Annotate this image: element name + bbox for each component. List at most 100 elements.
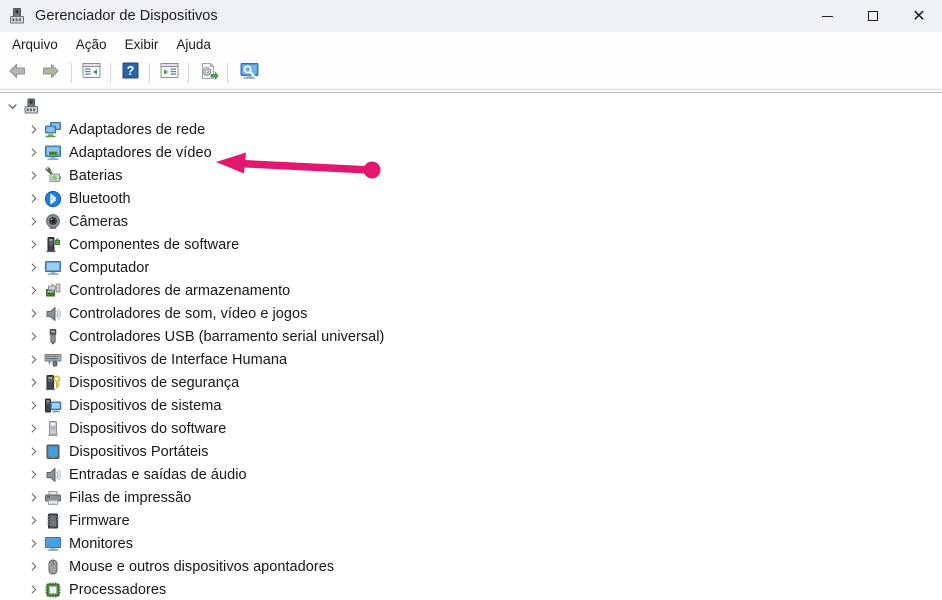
- tree-item-label: Controladores de armazenamento: [69, 282, 291, 299]
- tree-item-label: Controladores USB (barramento serial uni…: [69, 328, 385, 345]
- usb-icon: [44, 328, 62, 346]
- chevron-right-icon[interactable]: [24, 257, 44, 279]
- maximize-button[interactable]: [850, 0, 896, 32]
- software-components-icon: [44, 236, 62, 254]
- tree-item-label: Dispositivos de sistema: [69, 397, 222, 414]
- keyboard-hid-icon: [44, 351, 62, 369]
- display-adapters-icon: [44, 144, 62, 162]
- back-button[interactable]: [2, 60, 34, 86]
- tree-item-label: Mouse e outros dispositivos apontadores: [69, 558, 335, 575]
- chevron-right-icon[interactable]: [24, 510, 44, 532]
- help-button[interactable]: ?: [116, 60, 144, 86]
- chevron-right-icon[interactable]: [24, 211, 44, 233]
- menu-ajuda[interactable]: Ajuda: [167, 34, 220, 56]
- audio-io-icon: [44, 466, 62, 484]
- display-monitor-icon: [44, 535, 62, 553]
- tree-item-bluetooth[interactable]: Bluetooth: [0, 187, 942, 210]
- tree-item-label: Componentes de software: [69, 236, 240, 253]
- tree-item-controladores-de-armazenamento[interactable]: Controladores de armazenamento: [0, 279, 942, 302]
- chevron-right-icon[interactable]: [24, 556, 44, 578]
- tree-item-label: Dispositivos Portáteis: [69, 443, 209, 460]
- tree-item-dispositivos-de-interface-humana[interactable]: Dispositivos de Interface Humana: [0, 348, 942, 371]
- tree-root-node[interactable]: [0, 95, 942, 118]
- storage-controllers-icon: [44, 282, 62, 300]
- tree-item-filas-de-impressao[interactable]: Filas de impressão: [0, 486, 942, 509]
- tree-item-label: Baterias: [69, 167, 123, 184]
- chevron-right-icon[interactable]: [24, 579, 44, 600]
- tree-item-cameras[interactable]: Câmeras: [0, 210, 942, 233]
- tree-item-label: Bluetooth: [69, 190, 131, 207]
- scan-hardware-changes-button[interactable]: [194, 60, 222, 86]
- tree-item-controladores-de-som-video-e-jogos[interactable]: Controladores de som, vídeo e jogos: [0, 302, 942, 325]
- network-adapters-icon: [44, 121, 62, 139]
- chevron-right-icon[interactable]: [24, 395, 44, 417]
- chevron-right-icon[interactable]: [24, 349, 44, 371]
- window-title: Gerenciador de Dispositivos: [35, 8, 218, 24]
- toolbar-separator-1: [71, 63, 72, 83]
- chevron-right-icon[interactable]: [24, 142, 44, 164]
- tree-item-label: Controladores de som, vídeo e jogos: [69, 305, 308, 322]
- tree-item-dispositivos-portateis[interactable]: Dispositivos Portáteis: [0, 440, 942, 463]
- chevron-right-icon[interactable]: [24, 326, 44, 348]
- speaker-icon: [44, 305, 62, 323]
- tree-item-dispositivos-de-seguranca[interactable]: Dispositivos de segurança: [0, 371, 942, 394]
- action-pane-icon: [160, 62, 179, 84]
- chevron-down-icon[interactable]: [2, 96, 22, 118]
- mouse-icon: [44, 558, 62, 576]
- tree-item-label: Dispositivos de Interface Humana: [69, 351, 288, 368]
- menu-acao[interactable]: Ação: [67, 34, 116, 56]
- tree-item-monitores[interactable]: Monitores: [0, 532, 942, 555]
- tree-item-entradas-e-saidas-de-audio[interactable]: Entradas e saídas de áudio: [0, 463, 942, 486]
- properties-button[interactable]: [233, 60, 265, 86]
- chevron-right-icon[interactable]: [24, 234, 44, 256]
- forward-button[interactable]: [34, 60, 66, 86]
- chevron-right-icon[interactable]: [24, 280, 44, 302]
- tree-item-label: Entradas e saídas de áudio: [69, 466, 247, 483]
- chevron-right-icon[interactable]: [24, 372, 44, 394]
- window-controls: ✕: [804, 0, 942, 32]
- maximize-icon: [868, 11, 878, 21]
- device-manager-window: Gerenciador de Dispositivos ✕ Arquivo Aç…: [0, 0, 942, 600]
- tree-item-dispositivos-de-sistema[interactable]: Dispositivos de sistema: [0, 394, 942, 417]
- tree-item-dispositivos-do-software[interactable]: Dispositivos do software: [0, 417, 942, 440]
- chevron-right-icon[interactable]: [24, 119, 44, 141]
- tree-item-baterias[interactable]: Baterias: [0, 164, 942, 187]
- device-tree[interactable]: Adaptadores de rede Adaptadores de vídeo…: [0, 93, 942, 600]
- tree-item-label: Firmware: [69, 512, 130, 529]
- chevron-right-icon[interactable]: [24, 441, 44, 463]
- tree-item-firmware[interactable]: Firmware: [0, 509, 942, 532]
- tree-item-mouse-e-outros-dispositivos-apontadores[interactable]: Mouse e outros dispositivos apontadores: [0, 555, 942, 578]
- bluetooth-icon: [44, 190, 62, 208]
- tree-item-adaptadores-de-video[interactable]: Adaptadores de vídeo: [0, 141, 942, 164]
- chevron-right-icon[interactable]: [24, 188, 44, 210]
- tree-item-adaptadores-de-rede[interactable]: Adaptadores de rede: [0, 118, 942, 141]
- scan-hardware-icon: [199, 62, 218, 85]
- arrow-right-icon: [40, 62, 60, 85]
- chevron-right-icon[interactable]: [24, 165, 44, 187]
- tree-item-processadores[interactable]: Processadores: [0, 578, 942, 600]
- chevron-right-icon[interactable]: [24, 487, 44, 509]
- close-button[interactable]: ✕: [896, 0, 942, 32]
- tree-item-computador[interactable]: Computador: [0, 256, 942, 279]
- chevron-right-icon[interactable]: [24, 303, 44, 325]
- svg-text:?: ?: [126, 64, 134, 78]
- software-device-icon: [44, 420, 62, 438]
- tree-item-controladores-usb[interactable]: Controladores USB (barramento serial uni…: [0, 325, 942, 348]
- tree-item-label: Monitores: [69, 535, 134, 552]
- tree-item-componentes-de-software[interactable]: Componentes de software: [0, 233, 942, 256]
- system-devices-icon: [44, 397, 62, 415]
- chevron-right-icon[interactable]: [24, 418, 44, 440]
- chevron-right-icon[interactable]: [24, 464, 44, 486]
- processor-icon: [44, 581, 62, 599]
- menu-exibir[interactable]: Exibir: [116, 34, 168, 56]
- show-hide-console-tree-button[interactable]: [77, 60, 105, 86]
- minimize-button[interactable]: [804, 0, 850, 32]
- tree-item-label: Dispositivos de segurança: [69, 374, 240, 391]
- chevron-right-icon[interactable]: [24, 533, 44, 555]
- menu-arquivo[interactable]: Arquivo: [3, 34, 67, 56]
- battery-plug-icon: [44, 166, 62, 185]
- show-hide-action-pane-button[interactable]: [155, 60, 183, 86]
- toolbar-separator-2: [110, 63, 111, 83]
- toolbar-separator-3: [149, 63, 150, 83]
- tree-item-label: Processadores: [69, 581, 167, 598]
